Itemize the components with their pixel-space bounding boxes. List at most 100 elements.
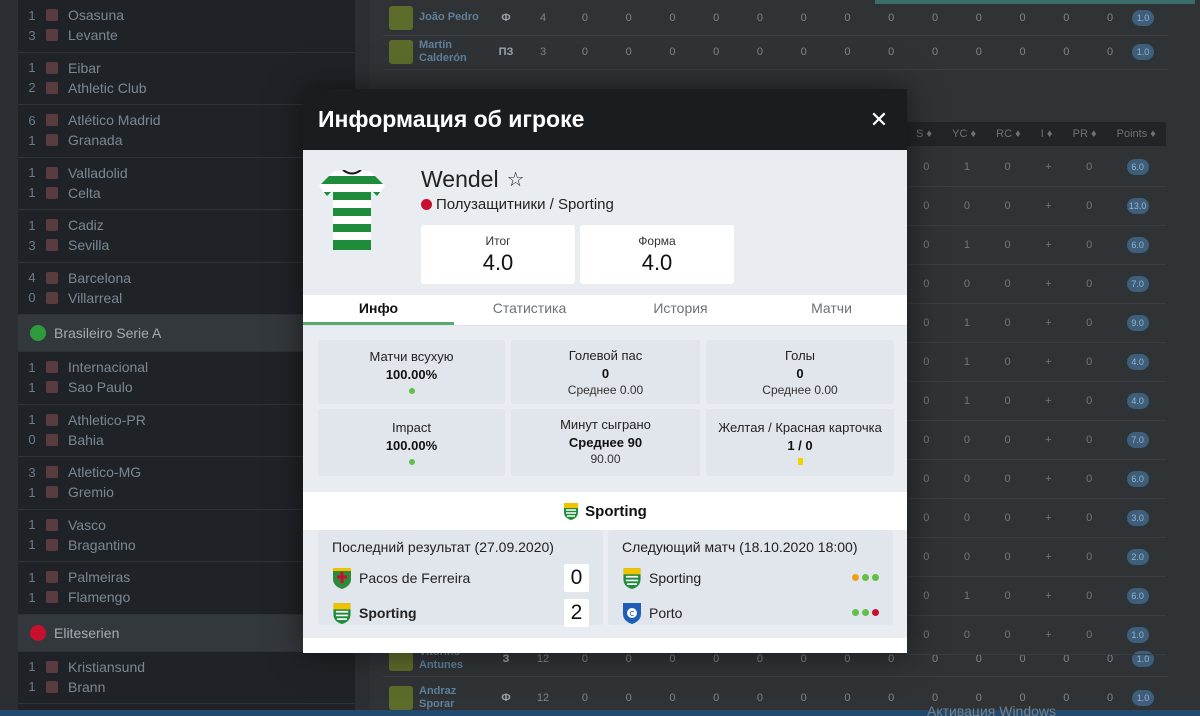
column-header[interactable]: S ♦: [916, 128, 932, 140]
form-rating-card: Форма 4.0: [580, 225, 734, 284]
stats-row: 0 1 0 +0 6.0: [906, 226, 1166, 265]
match-item[interactable]: 1 Kristiansund 1 Brann: [18, 652, 355, 704]
player-name-row: Wendel ☆: [421, 166, 525, 193]
rc-cell: 0: [1004, 356, 1011, 368]
table-cell: 0: [844, 45, 851, 58]
tab-history[interactable]: История: [605, 295, 756, 325]
match-item[interactable]: 1 Osasuna 3 Levante: [18, 0, 355, 53]
home-team-name[interactable]: Pacos de Ferreira: [359, 570, 564, 586]
table-cell: 0: [888, 45, 895, 58]
club-title: Sporting: [303, 492, 907, 530]
next-home-team-name[interactable]: Sporting: [649, 570, 852, 586]
rc-cell: 0: [1004, 395, 1011, 407]
i-cell: +: [1045, 239, 1052, 251]
away-team-name[interactable]: Sporting: [359, 605, 564, 621]
home-score: 1: [28, 60, 36, 75]
team-crest-icon: [46, 29, 58, 41]
player-shirt-icon: [389, 39, 413, 64]
stat-minutes: Минут сыграно Среднее 90 90.00: [511, 409, 700, 476]
cell: 0: [923, 590, 930, 602]
table-cell: 0: [1019, 45, 1026, 58]
home-team: Barcelona: [68, 269, 132, 286]
stat-label: Минут сыграно: [560, 417, 651, 432]
table-cell: 0: [1107, 11, 1114, 24]
tab-info[interactable]: Инфо: [303, 295, 454, 325]
stat-label: Голы: [784, 348, 816, 363]
rc-cell: 0: [1004, 590, 1011, 602]
team-crest-icon: [46, 81, 58, 94]
column-header[interactable]: PR ♦: [1073, 128, 1097, 140]
close-icon[interactable]: ✕: [869, 107, 889, 133]
cell: 0: [923, 512, 930, 524]
column-header[interactable]: Points ♦: [1117, 128, 1156, 140]
points-badge: 13.0: [1126, 198, 1149, 214]
away-score: 1: [28, 537, 36, 552]
rc-cell: 0: [1004, 239, 1011, 251]
table-cell: 0: [1107, 45, 1114, 58]
i-cell: +: [1045, 551, 1052, 563]
away-score: 1: [28, 679, 36, 694]
form-dot-icon: [862, 609, 869, 616]
column-header[interactable]: I ♦: [1041, 128, 1053, 140]
table-cell: 0: [975, 45, 982, 58]
rc-cell: 0: [1004, 629, 1011, 641]
stats-row: 0 0 0 +0 6.0: [906, 460, 1166, 499]
away-team: Bahia: [68, 431, 104, 448]
pr-cell: 0: [1086, 473, 1093, 485]
pr-cell: 0: [1086, 551, 1093, 563]
home-score: 1: [28, 359, 36, 375]
home-score: 1: [28, 165, 36, 180]
yc-cell: 1: [963, 590, 970, 602]
pr-cell: 0: [1086, 161, 1093, 173]
stat-clean-sheets: Матчи всухую 100.00%: [318, 340, 505, 404]
next-match-home-row: Sporting: [622, 560, 879, 595]
team-crest-icon: [46, 518, 58, 531]
sporting-crest-icon: [564, 503, 579, 520]
total-value: 4.0: [482, 250, 514, 275]
next-away-team-name[interactable]: Porto: [649, 605, 852, 621]
form-dot-icon: [862, 574, 869, 581]
points-badge: 1.0: [1132, 689, 1154, 706]
home-team: Valladolid: [68, 164, 128, 181]
player-name-link[interactable]: Martín Calderón: [419, 39, 489, 65]
pr-cell: 0: [1086, 395, 1093, 407]
cell: 0: [923, 356, 930, 368]
svg-text:C: C: [630, 610, 635, 618]
tab-matches[interactable]: Матчи: [756, 295, 907, 325]
home-team: Atlético Madrid: [68, 112, 161, 128]
i-cell: +: [1045, 512, 1052, 524]
away-score: 1: [28, 185, 36, 200]
player-name-link[interactable]: João Pedro: [419, 11, 489, 24]
column-header[interactable]: YC ♦: [952, 128, 976, 140]
pr-cell: 0: [1086, 590, 1093, 602]
home-goals: 0: [564, 563, 589, 592]
table-cell: 0: [581, 652, 588, 665]
table-cell: 0: [756, 11, 763, 24]
column-header[interactable]: RC ♦: [996, 128, 1021, 140]
tab-statistics[interactable]: Статистика: [454, 295, 605, 325]
team-crest-icon: [46, 134, 58, 146]
away-score: 2: [28, 80, 36, 95]
last-result-title: Последний результат (27.09.2020): [332, 539, 554, 555]
table-row[interactable]: Martín Calderón ПЗ 3 0 0 0 0 0 0 0 0 0 0 0 0 0 1.0: [383, 34, 1168, 70]
points-badge: 4.0: [1126, 393, 1149, 409]
table-cell: 0: [669, 45, 676, 58]
away-row: 1 Brann: [18, 677, 355, 697]
os-watermark: Активация Windows: [927, 703, 1057, 716]
team-crest-icon: [46, 61, 58, 74]
favorite-star-icon[interactable]: ☆: [507, 167, 525, 192]
table-cell: 0: [800, 11, 807, 24]
stats-row: 0 0 0 +0 3.0: [906, 499, 1166, 538]
modal-title: Информация об игроке: [318, 106, 585, 132]
table-cell: 0: [975, 691, 982, 704]
away-team: Brann: [68, 678, 106, 695]
table-row[interactable]: João Pedro Ф 4 0 0 0 0 0 0 0 0 0 0 0 0 0 1.0: [383, 0, 1168, 36]
pr-cell: 0: [1086, 278, 1093, 290]
pr-cell: 0: [1086, 434, 1093, 446]
table-cell: 0: [713, 691, 720, 704]
home-team: Eibar: [68, 59, 101, 76]
player-position: З: [502, 652, 510, 665]
away-team: Villarreal: [68, 289, 123, 306]
player-name-link[interactable]: Andraz Sporar: [419, 685, 489, 711]
cell: 0: [923, 239, 930, 251]
